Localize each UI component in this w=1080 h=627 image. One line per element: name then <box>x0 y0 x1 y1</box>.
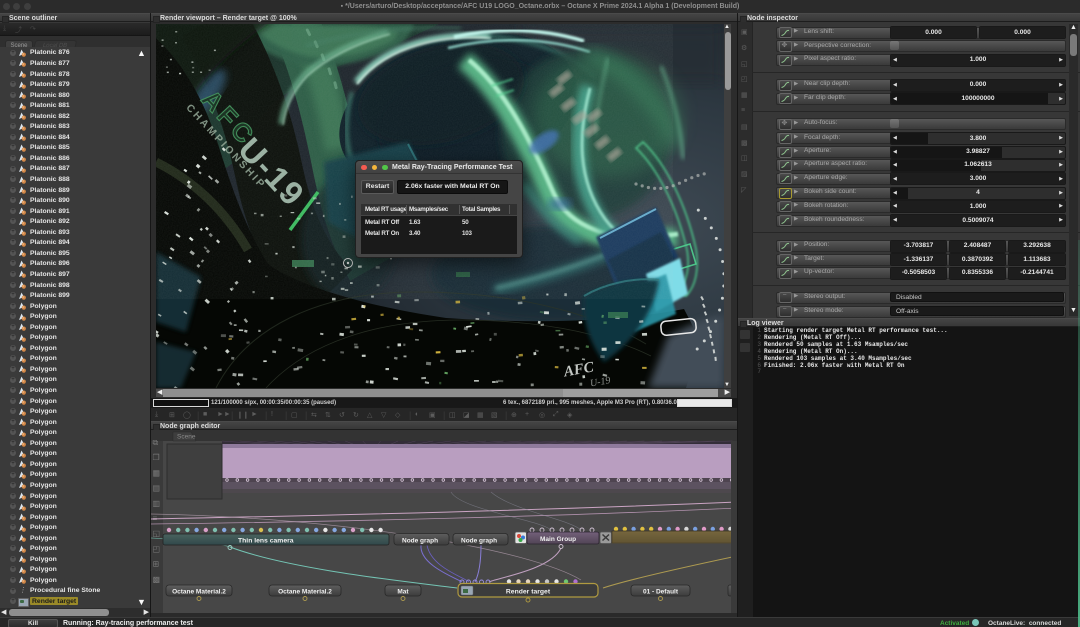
svg-text:Node graph: Node graph <box>402 538 438 545</box>
svg-text:▦: ▦ <box>153 468 161 477</box>
svg-text:▥: ▥ <box>153 499 161 508</box>
svg-text:Render target: Render target <box>506 589 551 596</box>
svg-text:◱: ◱ <box>153 529 161 538</box>
svg-text:01 - Default: 01 - Default <box>643 589 679 596</box>
svg-text:Mat: Mat <box>397 589 409 596</box>
svg-text:❐: ❐ <box>153 453 160 462</box>
svg-text:◰: ◰ <box>153 544 161 553</box>
svg-text:▩: ▩ <box>153 575 161 584</box>
svg-text:Main Group: Main Group <box>540 536 576 543</box>
svg-text:⧉: ⧉ <box>153 438 159 447</box>
svg-text:Thin lens camera: Thin lens camera <box>238 538 294 545</box>
svg-text:Octane Material.2: Octane Material.2 <box>172 589 226 596</box>
svg-text:Octane Material.2: Octane Material.2 <box>278 589 332 596</box>
svg-text:▤: ▤ <box>153 484 161 493</box>
svg-text:Node graph: Node graph <box>461 538 497 545</box>
svg-text:Scene: Scene <box>177 434 196 441</box>
svg-text:⊞: ⊞ <box>153 560 160 569</box>
